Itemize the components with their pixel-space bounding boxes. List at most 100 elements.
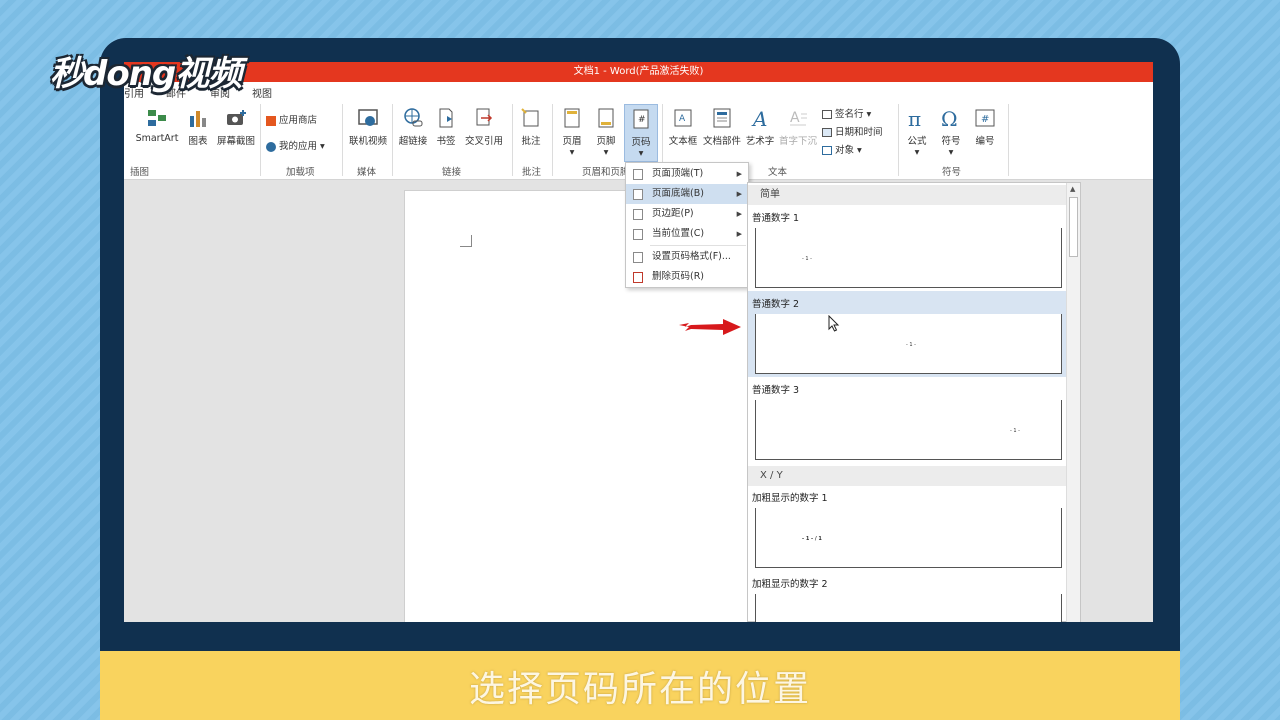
symbol-button[interactable]: Ω 符号 ▾ xyxy=(936,106,966,158)
tab-view[interactable]: 视图 xyxy=(252,85,272,100)
header-label: 页眉 xyxy=(562,136,582,147)
quickparts-label: 文档部件 xyxy=(702,136,741,147)
object-button[interactable]: 对象 ▾ xyxy=(822,142,882,156)
header-button[interactable]: 页眉 ▾ xyxy=(558,106,586,158)
red-arrow-icon xyxy=(679,319,741,335)
wordart-button[interactable]: A 艺术字 xyxy=(744,106,776,147)
smartart-icon xyxy=(148,110,166,126)
svg-text:Ω: Ω xyxy=(941,107,958,130)
menu-bar: 引用 邮件 审阅 视图 xyxy=(124,82,1153,100)
gallery-item-plain-number-2[interactable]: - 1 - xyxy=(755,314,1062,374)
gallery-item-label: 普通数字 3 xyxy=(752,385,800,396)
group-illustrations: 插图 xyxy=(130,167,150,178)
menu-item-top-of-page[interactable]: 页面顶端(T) ▶ xyxy=(626,164,748,184)
mouse-cursor-icon xyxy=(828,315,840,332)
menu-item-label: 页面顶端(T) xyxy=(652,168,704,179)
wordart-label: 艺术字 xyxy=(745,136,775,147)
scroll-up-icon[interactable]: ▲ xyxy=(1070,185,1075,193)
gallery-scrollbar[interactable]: ▲ xyxy=(1066,183,1080,622)
number-button[interactable]: # 编号 xyxy=(970,106,1000,147)
bookmark-button[interactable]: 书签 xyxy=(432,106,460,147)
page-number-preview: - 1 - xyxy=(1010,428,1020,434)
group-headerfooter: 页眉和页脚 xyxy=(582,167,630,178)
submenu-arrow-icon: ▶ xyxy=(736,190,742,198)
signature-icon xyxy=(822,110,832,119)
hyperlink-button[interactable]: 超链接 xyxy=(396,106,430,147)
myapps-label: 我的应用 xyxy=(279,141,318,152)
dropcap-label: 首字下沉 xyxy=(778,136,817,147)
comment-icon xyxy=(521,108,539,127)
scrollbar-thumb[interactable] xyxy=(1069,197,1078,257)
omega-icon: Ω xyxy=(941,107,958,130)
online-video-button[interactable]: 联机视频 xyxy=(346,106,390,147)
svg-text:A: A xyxy=(790,110,800,126)
pagenum-label: 页码 xyxy=(631,137,651,148)
equation-button[interactable]: π 公式 ▾ xyxy=(902,106,932,158)
current-position-icon xyxy=(633,229,643,240)
gallery-item-bold-number-2[interactable] xyxy=(755,594,1062,622)
textbox-button[interactable]: A 文本框 xyxy=(666,106,700,147)
word-window: 文档1 - Word(产品激活失败) 引用 邮件 审阅 视图 SmartArt … xyxy=(124,62,1153,622)
gallery-item-label: 加粗显示的数字 1 xyxy=(752,493,828,504)
gallery-item-label: 普通数字 2 xyxy=(752,299,800,310)
group-text: 文本 xyxy=(768,167,788,178)
quickparts-button[interactable]: 文档部件 xyxy=(702,106,742,147)
menu-item-remove-page-numbers[interactable]: 删除页码(R) xyxy=(626,267,748,287)
group-symbols: 符号 xyxy=(942,167,962,178)
dropcap-button[interactable]: A 首字下沉 xyxy=(778,106,818,147)
group-separator xyxy=(1008,104,1009,176)
smartart-button[interactable]: SmartArt xyxy=(132,106,182,144)
appstore-button[interactable]: 应用商店 xyxy=(266,112,326,126)
menu-item-label: 删除页码(R) xyxy=(652,271,705,282)
group-separator xyxy=(392,104,393,176)
symbol-label: 符号 xyxy=(941,136,961,147)
group-separator xyxy=(260,104,261,176)
chart-button[interactable]: 图表 xyxy=(184,106,212,147)
page-margin-icon xyxy=(633,209,643,220)
group-addins: 加载项 xyxy=(286,167,315,178)
footer-button[interactable]: 页脚 ▾ xyxy=(592,106,620,158)
menu-item-format-page-numbers[interactable]: 设置页码格式(F)... xyxy=(626,247,748,267)
equation-label: 公式 xyxy=(907,136,927,147)
chart-icon xyxy=(190,111,206,127)
signature-button[interactable]: 签名行 ▾ xyxy=(822,106,892,120)
format-icon xyxy=(633,252,643,263)
screenshot-label: 屏幕截图 xyxy=(216,136,255,147)
gallery-section-xy: X / Y xyxy=(748,466,1066,486)
submenu-arrow-icon: ▶ xyxy=(736,230,742,238)
gallery-item-plain-number-3[interactable]: - 1 - xyxy=(755,400,1062,460)
camera-icon xyxy=(227,110,246,125)
group-comments: 批注 xyxy=(522,167,542,178)
smartart-label: SmartArt xyxy=(135,133,179,144)
comment-label: 批注 xyxy=(521,136,541,147)
comment-button[interactable]: 批注 xyxy=(516,106,546,147)
group-separator xyxy=(342,104,343,176)
myapps-button[interactable]: 我的应用 ▾ xyxy=(266,138,338,152)
hyperlink-label: 超链接 xyxy=(398,136,428,147)
gallery-item-bold-number-1[interactable]: - 1 - / 1 xyxy=(755,508,1062,568)
remove-icon xyxy=(633,272,643,283)
menu-separator xyxy=(650,245,746,246)
object-icon xyxy=(822,146,832,155)
calendar-icon xyxy=(822,128,832,137)
menu-item-current-position[interactable]: 当前位置(C) ▶ xyxy=(626,224,748,244)
pagenum-button[interactable]: # 页码 ▾ xyxy=(624,104,658,162)
crossref-icon xyxy=(476,108,493,126)
crossref-label: 交叉引用 xyxy=(464,136,503,147)
menu-item-page-margins[interactable]: 页边距(P) ▶ xyxy=(626,204,748,224)
menu-item-label: 设置页码格式(F)... xyxy=(652,251,731,262)
group-separator xyxy=(512,104,513,176)
crossref-button[interactable]: 交叉引用 xyxy=(462,106,506,147)
screenshot-button[interactable]: 屏幕截图 xyxy=(214,106,258,147)
menu-item-label: 页边距(P) xyxy=(652,208,694,219)
number-icon: # xyxy=(975,109,995,127)
header-icon xyxy=(564,108,580,128)
menu-item-bottom-of-page[interactable]: 页面底端(B) ▶ xyxy=(626,184,748,204)
object-label: 对象 xyxy=(835,145,855,156)
textbox-label: 文本框 xyxy=(668,136,698,147)
gallery-item-plain-number-1[interactable]: - 1 - xyxy=(755,228,1062,288)
page-top-icon xyxy=(633,169,643,180)
logo: 秒dong视频 xyxy=(50,54,242,94)
datetime-button[interactable]: 日期和时间 xyxy=(822,124,902,138)
bookmark-icon xyxy=(439,108,453,128)
